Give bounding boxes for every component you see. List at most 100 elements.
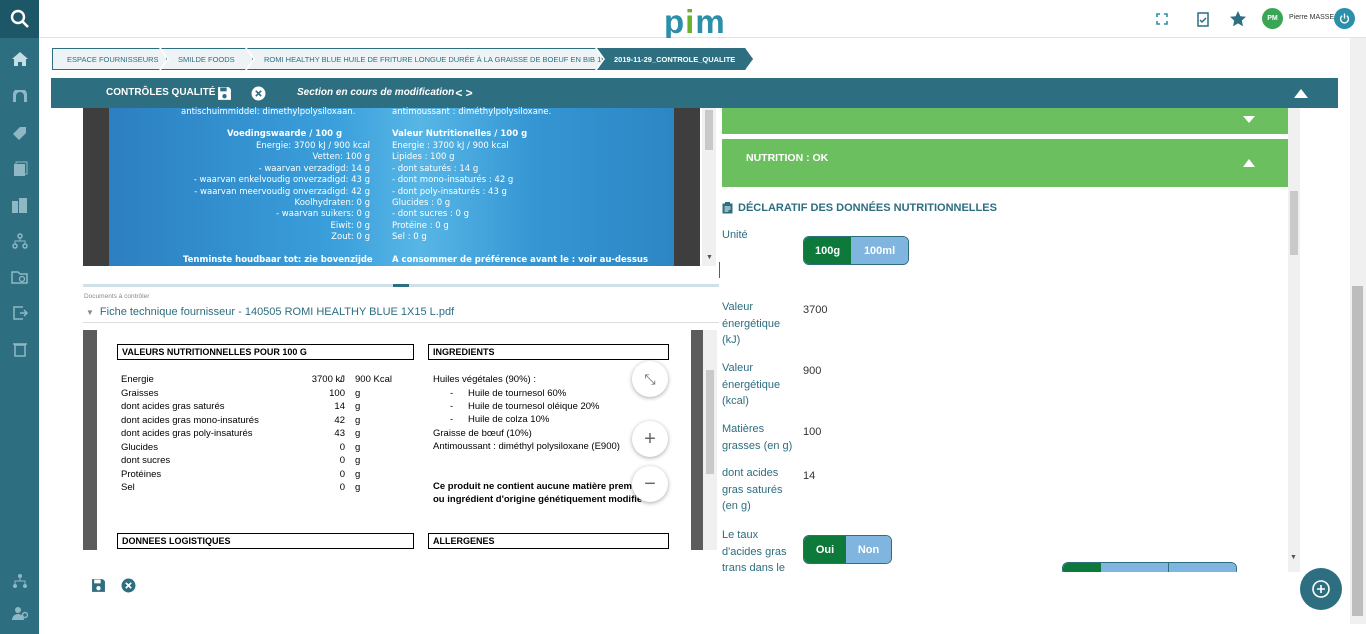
checklist-icon[interactable] bbox=[1193, 10, 1213, 28]
bottom-cancel-icon[interactable] bbox=[119, 576, 137, 594]
image-nl-title: Voedingswaarde / 100 g bbox=[227, 129, 343, 139]
trans-fat-toggle[interactable]: Oui Non bbox=[803, 535, 892, 564]
image-nl-line: Eiwit: 0 g bbox=[330, 220, 370, 231]
pdf-row-v1: 0 bbox=[339, 455, 345, 466]
pdf-row-v1: 43 bbox=[334, 428, 345, 439]
bottom-save-icon[interactable] bbox=[89, 576, 107, 594]
pdf-row-v1: 0 bbox=[339, 468, 345, 480]
search-icon[interactable] bbox=[0, 0, 39, 38]
document-select[interactable]: ▼ Fiche technique fournisseur - 140505 RO… bbox=[86, 306, 454, 318]
section-title: CONTRÔLES QUALITÉ bbox=[106, 87, 216, 98]
image-fr-title: Valeur Nutritionelles / 100 g bbox=[392, 129, 528, 139]
pdf-row-name: dont acides gras mono-insaturés bbox=[121, 414, 259, 426]
unit-100ml-option[interactable]: 100ml bbox=[851, 237, 908, 264]
breadcrumb-item-current: 2019-11-29_CONTROLE_QUALITE bbox=[597, 48, 753, 70]
pdf-row-name: Protéines bbox=[121, 468, 162, 480]
pdf-row-unit: g bbox=[355, 468, 361, 480]
nutrition-declaration-title: DÉCLARATIF DES DONNÉES NUTRITIONNELLES bbox=[722, 202, 997, 214]
logout-power-icon[interactable] bbox=[1334, 8, 1355, 29]
breadcrumb-item-product[interactable]: ROMI HEALTHY BLUE HUILE DE FRITURE LONGU… bbox=[247, 48, 603, 70]
page-scrollbar[interactable] bbox=[1350, 38, 1366, 624]
zoom-in-button[interactable]: + bbox=[632, 421, 668, 457]
fit-page-button[interactable]: ⤡ bbox=[632, 361, 668, 397]
breadcrumb-item-smilde-foods[interactable]: SMILDE FOODS bbox=[161, 48, 253, 70]
field-value[interactable]: 900 bbox=[803, 365, 821, 377]
splitter[interactable] bbox=[83, 284, 719, 287]
image-fr-line: - dont saturés : 14 g bbox=[392, 163, 479, 174]
pdf-ingredient: Huile de tournesol 60% bbox=[468, 388, 567, 399]
image-nl-line: Vetten: 100 g bbox=[312, 152, 370, 163]
pdf-row-unit: g bbox=[355, 441, 361, 453]
image-fr-line: Glucides : 0 g bbox=[392, 198, 451, 209]
image-fr-line: Energie : 3700 kJ / 900 kcal bbox=[392, 141, 509, 151]
pdf-row-v1: 42 bbox=[334, 414, 345, 426]
home-icon[interactable] bbox=[0, 44, 39, 74]
field-label: dont acides gras saturés (en g) bbox=[722, 467, 783, 512]
pdf-row-unit: g bbox=[355, 387, 361, 399]
prev-next-nav[interactable]: < > bbox=[455, 84, 473, 102]
trash-icon[interactable] bbox=[0, 334, 39, 364]
image-scrollbar[interactable]: ▼ bbox=[702, 108, 716, 266]
top-bar: pim pim PM Pierre MASSE bbox=[39, 0, 1366, 40]
favorites-star-icon[interactable] bbox=[1228, 10, 1248, 28]
hierarchy-icon[interactable] bbox=[0, 226, 39, 256]
nutrition-status: NUTRITION : OK bbox=[746, 152, 829, 164]
cancel-close-icon[interactable] bbox=[249, 84, 267, 102]
image-fr-line: - dont sucres : 0 g bbox=[392, 209, 470, 220]
pdf-row-name: dont sucres bbox=[121, 455, 171, 466]
form-scrollbar[interactable]: ▼ bbox=[1288, 108, 1300, 572]
export-icon[interactable] bbox=[0, 298, 39, 328]
field-label: Matières grasses (en g) bbox=[722, 423, 793, 452]
buildings-icon[interactable] bbox=[0, 190, 39, 220]
image-nl-line: - waarvan meervoudig onverzadigd: 42 g bbox=[194, 186, 370, 197]
add-button[interactable] bbox=[1300, 568, 1342, 610]
pdf-gmo-line-2: ou ingrédient d'origine génétiquement mo… bbox=[433, 494, 643, 505]
save-icon[interactable] bbox=[215, 84, 233, 102]
no-option[interactable]: Non bbox=[846, 536, 891, 563]
collapsed-section-header[interactable] bbox=[722, 108, 1288, 134]
org-chart-icon[interactable] bbox=[0, 566, 39, 596]
pdf-row-name: Glucides bbox=[121, 441, 158, 453]
document-filename: Fiche technique fournisseur - 140505 ROM… bbox=[99, 306, 455, 318]
pdf-row-name: dont acides gras poly-insaturés bbox=[121, 428, 253, 439]
field-value[interactable]: 3700 bbox=[803, 304, 827, 316]
fullscreen-icon[interactable] bbox=[1152, 10, 1172, 28]
pdf-row-name: dont acides gras saturés bbox=[121, 401, 225, 412]
chevron-down-icon: ▼ bbox=[86, 308, 94, 317]
pdf-row-v1: 0 bbox=[339, 441, 345, 453]
pdf-logistic-heading: DONNEES LOGISTIQUES bbox=[117, 533, 414, 549]
pdf-ingredient: Graisse de bœuf (10%) bbox=[433, 428, 532, 439]
documents-icon[interactable] bbox=[0, 154, 39, 184]
pdf-row-unit: g bbox=[355, 428, 361, 439]
partial-toggle[interactable] bbox=[1062, 562, 1237, 572]
catalog-icon[interactable] bbox=[0, 82, 39, 112]
field-value[interactable]: 14 bbox=[803, 470, 815, 482]
user-settings-icon[interactable] bbox=[0, 598, 39, 628]
yes-option[interactable]: Oui bbox=[804, 536, 847, 563]
image-nl-line: - waarvan verzadigd: 14 g bbox=[258, 163, 370, 174]
pdf-row-unit: g bbox=[355, 414, 361, 426]
documents-label: Documents à contrôler bbox=[84, 293, 150, 300]
section-status: Section en cours de modification bbox=[297, 87, 455, 98]
tags-icon[interactable] bbox=[0, 118, 39, 148]
avatar[interactable]: PM bbox=[1262, 8, 1283, 29]
user-name[interactable]: Pierre MASSE bbox=[1289, 14, 1334, 21]
image-bottom-fr: A consommer de préférence avant le : voi… bbox=[392, 255, 649, 265]
image-fr-line: Protéine : 0 g bbox=[392, 220, 449, 231]
collapse-chevron-up-icon[interactable] bbox=[1292, 84, 1310, 102]
field-value[interactable]: 100 bbox=[803, 426, 821, 438]
form-panel: NUTRITION : OK DÉCLARATIF DES DONNÉES NU… bbox=[720, 108, 1306, 572]
nutrition-section-header[interactable]: NUTRITION : OK bbox=[722, 139, 1288, 187]
folder-search-icon[interactable] bbox=[0, 262, 39, 292]
image-fr-line: Sel : 0 g bbox=[392, 232, 427, 243]
unit-toggle[interactable]: 100g 100ml bbox=[803, 236, 909, 265]
image-text-top-left: antischuimmiddel: dimethylpolysiloxaan. bbox=[181, 107, 356, 117]
pdf-scrollbar[interactable] bbox=[703, 330, 717, 550]
image-nl-list: Energie: 3700 kJ / 900 kcal Vetten: 100 … bbox=[194, 141, 370, 244]
unit-100g-option[interactable]: 100g bbox=[804, 237, 852, 264]
zoom-out-button[interactable]: − bbox=[632, 466, 668, 502]
image-nl-line: Koolhydraten: 0 g bbox=[294, 198, 370, 209]
pdf-ingredient: Huiles végétales (90%) : bbox=[433, 374, 536, 385]
breadcrumb-item-espace-fournisseurs[interactable]: ESPACE FOURNISSEURS bbox=[52, 48, 167, 70]
sidebar bbox=[0, 0, 39, 634]
